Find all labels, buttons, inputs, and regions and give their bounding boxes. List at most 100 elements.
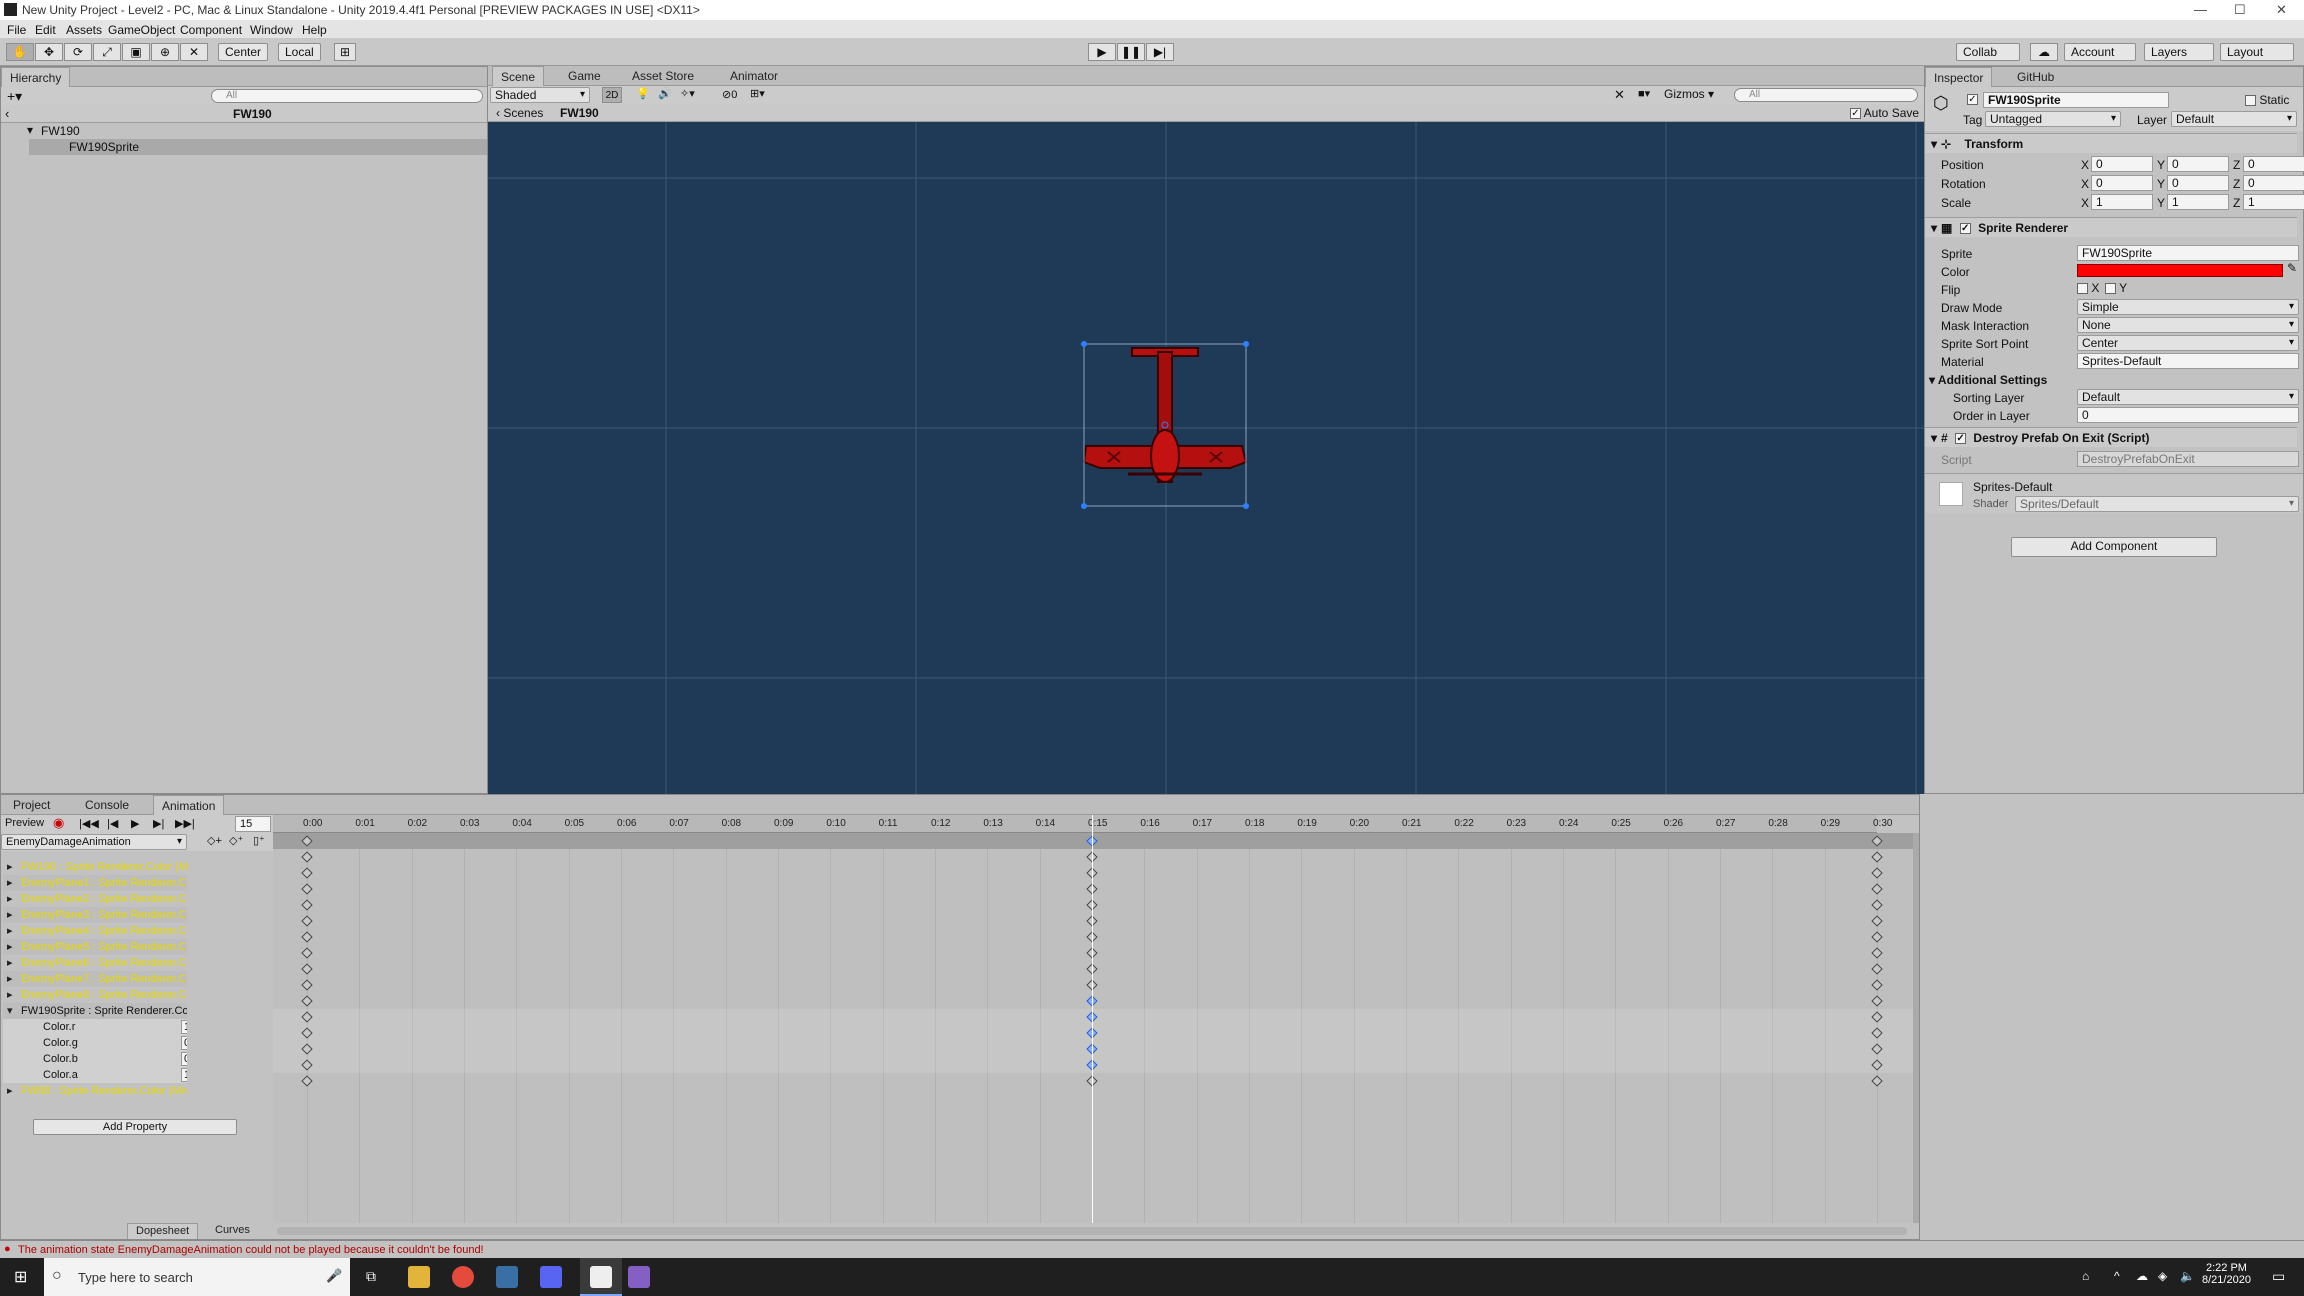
color-swatch[interactable] xyxy=(2077,264,2283,277)
position-z-field[interactable]: 0 xyxy=(2243,156,2304,172)
custom-tool-icon[interactable]: ✕ xyxy=(180,43,208,61)
tray-cloud-icon[interactable]: ☁ xyxy=(2136,1269,2148,1283)
hierarchy-item-root[interactable]: ▾ FW190 xyxy=(27,123,487,139)
file-explorer-icon[interactable] xyxy=(408,1266,430,1288)
shader-dropdown[interactable]: Sprites/Default xyxy=(2015,496,2299,512)
position-x-field[interactable]: 0 xyxy=(2091,156,2153,172)
hidden-objects-icon[interactable]: ⊘0 xyxy=(722,88,737,101)
effects-icon[interactable]: ✧▾ xyxy=(680,87,695,100)
clip-dropdown[interactable]: EnemyDamageAnimation xyxy=(1,834,187,850)
tab-dopesheet[interactable]: Dopesheet xyxy=(127,1223,199,1239)
animated-property-row[interactable]: EnemyPlane2 : Sprite Renderer.Color (Mis… xyxy=(3,891,187,907)
tag-dropdown[interactable]: Untagged xyxy=(1985,111,2121,127)
move-tool-icon[interactable]: ✥ xyxy=(35,43,63,61)
tab-scene[interactable]: Scene xyxy=(492,66,545,86)
rotation-z-field[interactable]: 0 xyxy=(2243,175,2304,191)
curve-property-row[interactable]: Color.a1◆ xyxy=(3,1067,187,1083)
position-y-field[interactable]: 0 xyxy=(2167,156,2229,172)
tab-project[interactable]: Project xyxy=(5,795,58,815)
layer-dropdown[interactable]: Default xyxy=(2171,111,2297,127)
unity-task[interactable] xyxy=(580,1258,622,1296)
animated-property-row[interactable]: EnemyPlane1 : Sprite Renderer.Color (Mis… xyxy=(3,875,187,891)
eyedropper-icon[interactable]: ✎ xyxy=(2287,261,2297,275)
discord-icon[interactable] xyxy=(540,1266,562,1288)
rotation-x-field[interactable]: 0 xyxy=(2091,175,2153,191)
animated-property-row[interactable]: EnemyPlane5 : Sprite Renderer.Color (Mis… xyxy=(3,939,187,955)
step-icon[interactable]: ▶| xyxy=(1146,43,1174,61)
dopesheet-scrollbar[interactable] xyxy=(1913,833,1919,1223)
tab-inspector[interactable]: Inspector xyxy=(1925,67,1993,87)
layers-button[interactable]: Layers xyxy=(2144,43,2214,61)
foldout-arrow-icon[interactable]: ▾ xyxy=(7,1003,13,1019)
tab-animation[interactable]: Animation xyxy=(153,795,225,815)
tab-hierarchy[interactable]: Hierarchy xyxy=(1,67,71,87)
frame-field[interactable]: 15 xyxy=(235,816,271,832)
draw-mode-dropdown[interactable]: Simple xyxy=(2077,299,2299,315)
mic-icon[interactable]: 🎤 xyxy=(326,1268,342,1284)
animated-property-row[interactable]: FW190 : Sprite Renderer.Color (Missing!)… xyxy=(3,859,187,875)
animated-property-row[interactable]: EnemyPlane7 : Sprite Renderer.Color (Mis… xyxy=(3,971,187,987)
menu-help[interactable]: Help xyxy=(302,23,327,37)
scale-tool-icon[interactable]: ⤢ xyxy=(93,43,121,61)
menu-edit[interactable]: Edit xyxy=(35,23,56,37)
foldout-arrow-icon[interactable]: ▸ xyxy=(7,955,13,971)
hierarchy-search-input[interactable]: All xyxy=(211,89,483,103)
chrome-icon[interactable] xyxy=(452,1266,474,1288)
static-toggle[interactable]: Static xyxy=(2245,93,2289,107)
cloud-icon[interactable]: ☁ xyxy=(2030,43,2058,61)
close-icon[interactable]: ✕ xyxy=(2276,2,2287,18)
shading-dropdown[interactable]: Shaded xyxy=(490,87,590,103)
add-event-icon[interactable]: ◇⁺ xyxy=(229,834,243,847)
sprite-field[interactable]: FW190Sprite xyxy=(2077,245,2299,261)
minimize-icon[interactable]: — xyxy=(2194,2,2207,17)
playhead[interactable] xyxy=(1092,833,1093,1223)
tray-network-icon[interactable]: ⌂ xyxy=(2082,1269,2089,1283)
hierarchy-item-child[interactable]: FW190Sprite xyxy=(29,139,487,155)
taskbar-search[interactable]: ○ Type here to search 🎤 xyxy=(44,1258,350,1296)
breadcrumb-scenes[interactable]: ‹ Scenes xyxy=(496,106,543,120)
tools-icon[interactable]: ✕ xyxy=(1614,87,1625,103)
animated-property-row[interactable]: EnemyPlane6 : Sprite Renderer.Color (Mis… xyxy=(3,955,187,971)
property-value-field[interactable]: 1 xyxy=(181,1068,187,1082)
tab-animator[interactable]: Animator xyxy=(722,66,786,86)
menu-gameobject[interactable]: GameObject xyxy=(108,23,175,37)
tray-wifi-icon[interactable]: ◈ xyxy=(2158,1269,2167,1283)
object-name-field[interactable]: FW190Sprite xyxy=(1983,92,2169,108)
breadcrumb-item[interactable]: FW190 xyxy=(560,106,599,120)
play-anim-icon[interactable]: ▶ xyxy=(131,817,139,830)
tab-game[interactable]: Game xyxy=(560,66,609,86)
animated-property-row[interactable]: EnemyPlane4 : Sprite Renderer.Color (Mis… xyxy=(3,923,187,939)
timeline-hscrollbar[interactable] xyxy=(277,1227,1907,1235)
animated-property-row[interactable]: FW190Sprite : Sprite Renderer.Color▾◆ xyxy=(3,1003,187,1019)
property-value-field[interactable]: 0 xyxy=(181,1036,187,1050)
dopesheet-area[interactable] xyxy=(273,833,1913,1223)
back-icon[interactable]: ‹ xyxy=(5,106,9,121)
sprite-renderer-header[interactable]: ▾ ▦ ✓ Sprite Renderer xyxy=(1925,217,2297,237)
task-view-icon[interactable]: ⧉ xyxy=(366,1268,376,1285)
foldout-arrow-icon[interactable]: ▸ xyxy=(7,939,13,955)
foldout-arrow-icon[interactable]: ▸ xyxy=(7,859,13,875)
scale-z-field[interactable]: 1 xyxy=(2243,194,2304,210)
menu-assets[interactable]: Assets xyxy=(66,23,102,37)
rotate-tool-icon[interactable]: ⟳ xyxy=(64,43,92,61)
lighting-icon[interactable]: 💡 xyxy=(636,87,650,100)
tab-asset-store[interactable]: Asset Store xyxy=(624,66,702,86)
windows-start-icon[interactable]: ⊞ xyxy=(14,1267,27,1287)
menu-window[interactable]: Window xyxy=(250,23,293,37)
foldout-arrow-icon[interactable]: ▸ xyxy=(7,923,13,939)
layout-button[interactable]: Layout xyxy=(2220,43,2294,61)
material-field[interactable]: Sprites-Default xyxy=(2077,353,2299,369)
flip-y-toggle[interactable]: Y xyxy=(2105,281,2127,295)
status-message[interactable]: The animation state EnemyDamageAnimation… xyxy=(18,1244,484,1256)
curve-property-row[interactable]: Color.b0◆ xyxy=(3,1051,187,1067)
autosave-toggle[interactable]: ✓ Auto Save xyxy=(1850,106,1919,120)
tab-github[interactable]: GitHub xyxy=(2009,67,2062,87)
scale-x-field[interactable]: 1 xyxy=(2091,194,2153,210)
foldout-arrow-icon[interactable]: ▸ xyxy=(7,875,13,891)
curve-property-row[interactable]: Color.r1◆ xyxy=(3,1019,187,1035)
snap-icon[interactable]: ⊞ xyxy=(334,43,356,61)
tab-console[interactable]: Console xyxy=(77,795,137,815)
foldout-arrow-icon[interactable]: ▸ xyxy=(7,1083,13,1099)
pivot-center-button[interactable]: Center xyxy=(218,43,269,61)
clock[interactable]: 2:22 PM 8/21/2020 xyxy=(2202,1262,2251,1286)
